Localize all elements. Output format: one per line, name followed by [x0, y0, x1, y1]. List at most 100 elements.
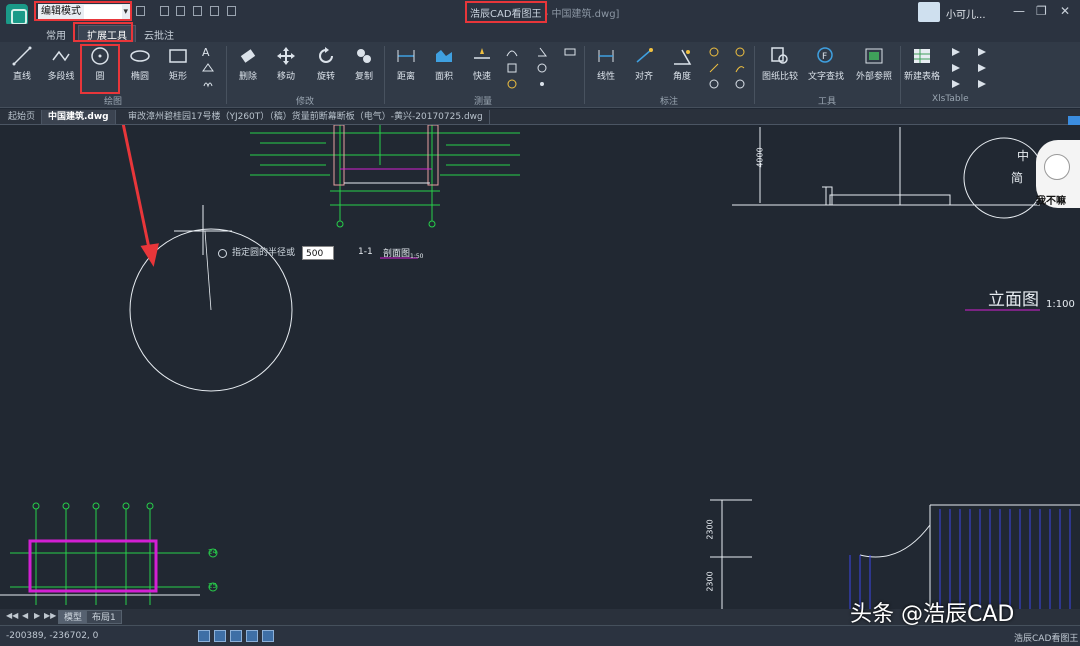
tab-model[interactable]: 模型 [58, 610, 89, 624]
fullscreen-icon[interactable] [262, 630, 274, 642]
xref-icon [865, 48, 883, 64]
ordinate-icon[interactable] [734, 62, 746, 74]
facade-drawing [710, 499, 1080, 609]
last-tab-icon[interactable]: ▶▶ [44, 611, 56, 620]
zoom-extents-icon[interactable] [246, 630, 258, 642]
rotate-tool-label: 旋转 [316, 72, 335, 82]
center-mark-icon[interactable] [734, 78, 746, 90]
arc-length-icon[interactable] [506, 46, 518, 58]
erase-tool-button[interactable]: 删除 [234, 46, 262, 82]
table-export-icon[interactable] [950, 46, 962, 58]
rectangle-tool-label: 矩形 [168, 72, 187, 82]
new-table-button[interactable]: 新建表格 [902, 46, 942, 82]
command-prompt: 指定圆的半径或 500 [218, 245, 334, 261]
angle-measure-icon[interactable] [536, 46, 548, 58]
copy-tool-button[interactable]: 复制 [350, 46, 378, 82]
text-search-button[interactable]: F 文字查找 [806, 46, 846, 82]
text-search-icon: F [817, 47, 833, 63]
text-icon[interactable]: A [202, 46, 214, 59]
radius-dim-icon[interactable] [708, 46, 720, 58]
undo-icon[interactable] [136, 6, 145, 16]
radius-measure-icon[interactable] [536, 62, 548, 74]
table-setting-icon[interactable] [976, 78, 988, 90]
axis-label-25: 25 [208, 582, 217, 590]
tab-common[interactable]: 常用 [46, 27, 66, 42]
dimension-4000: 4000 [755, 147, 765, 168]
annotation-arrows [121, 125, 159, 267]
tab-other-drawing[interactable]: 审改漳州碧桂园17号楼（YJ260T）（稿）货量前断幕断板（电气）-黄兴-201… [122, 110, 490, 124]
radius-input[interactable]: 500 [302, 246, 334, 260]
distance-tool-button[interactable]: 距离 [392, 46, 420, 82]
linear-dim-button[interactable]: 线性 [592, 46, 620, 82]
close-button[interactable]: ✕ [1060, 4, 1070, 18]
xref-button[interactable]: 外部参照 [852, 46, 896, 82]
polyline-icon [52, 50, 70, 62]
linear-dim-icon [598, 50, 614, 62]
aligned-dim-button[interactable]: 对齐 [630, 46, 658, 82]
folder-icon[interactable] [227, 6, 236, 16]
diameter-dim-icon[interactable] [708, 62, 720, 74]
first-tab-icon[interactable]: ◀◀ [6, 611, 18, 620]
table-link-icon[interactable] [950, 78, 962, 90]
area-tool-button[interactable]: 面积 [430, 46, 458, 82]
line-tool-button[interactable]: 直线 [8, 46, 36, 82]
angle-dim-button[interactable]: 角度 [668, 46, 696, 82]
quick-measure-label: 快速 [472, 72, 491, 82]
sticker-image: 我不嘛 [1036, 140, 1080, 208]
compare-icon [771, 47, 788, 64]
table-measure-icon[interactable] [564, 46, 576, 58]
table-edit-icon[interactable] [976, 46, 988, 58]
mail-icon[interactable] [193, 6, 202, 16]
move-tool-button[interactable]: 移动 [272, 46, 300, 82]
tab-start-page[interactable]: 起始页 [2, 110, 43, 124]
section-number: 1-1 [358, 247, 373, 257]
rotate-tool-button[interactable]: 旋转 [312, 46, 340, 82]
polyline-tool-button[interactable]: 多段线 [44, 46, 78, 82]
tab-active-drawing[interactable]: 中国建筑.dwg [42, 110, 116, 124]
status-brand: 浩辰CAD看图王 [1014, 634, 1079, 644]
document-tabs: 起始页 中国建筑.dwg 审改漳州碧桂园17号楼（YJ260T）（稿）货量前断幕… [0, 109, 1080, 125]
prompt-text: 指定圆的半径或 [232, 248, 296, 258]
drawing-svg [0, 125, 1080, 609]
prev-tab-icon[interactable]: ◀ [22, 611, 28, 620]
pan-icon[interactable] [230, 630, 242, 642]
table-import-icon[interactable] [950, 62, 962, 74]
save-icon[interactable] [176, 6, 185, 16]
ellipse-tool-button[interactable]: 椭圆 [124, 46, 156, 82]
user-avatar[interactable] [918, 2, 940, 22]
quick-measure-button[interactable]: 快速 [468, 46, 496, 82]
table-icon [914, 49, 930, 63]
ribbon-toolbar: 直线 多段线 圆 椭圆 矩形 A 绘图 删除 移动 旋转 复制 修改 距离 面积… [0, 42, 1080, 108]
group-label-draw: 绘图 [104, 97, 123, 107]
polyline-tool-label: 多段线 [47, 72, 75, 82]
group-label-modify: 修改 [296, 97, 315, 107]
print-icon[interactable] [210, 6, 219, 16]
tab-layout1[interactable]: 布局1 [86, 610, 122, 624]
arc-dim-icon[interactable] [708, 78, 720, 90]
move-tool-label: 移动 [276, 72, 295, 82]
revcloud-icon[interactable] [202, 78, 214, 90]
redo-icon[interactable] [160, 6, 169, 16]
user-name[interactable]: 小可儿... [946, 6, 986, 21]
leader-icon[interactable] [734, 46, 746, 58]
circle-prompt-icon [218, 249, 227, 258]
section-scale: 1:50 [410, 253, 424, 260]
point-measure-icon[interactable] [536, 78, 548, 90]
copy-icon [357, 49, 371, 63]
restore-button[interactable]: ❐ [1036, 4, 1047, 18]
coordinate-icon[interactable] [506, 62, 518, 74]
drawing-canvas[interactable]: 1-1 剖面图 1:50 立面图 1:100 4000 2300 2300 中 … [0, 125, 1080, 609]
perimeter-icon[interactable] [506, 78, 518, 90]
cloud-icon[interactable] [202, 62, 214, 74]
compare-drawings-button[interactable]: 图纸比较 [760, 46, 800, 82]
next-tab-icon[interactable]: ▶ [34, 611, 40, 620]
zoom-icon[interactable] [198, 630, 210, 642]
zoom-window-icon[interactable] [214, 630, 226, 642]
table-update-icon[interactable] [976, 62, 988, 74]
minimize-button[interactable]: — [1013, 4, 1025, 18]
drawing-char-zhong: 中 [1017, 149, 1030, 163]
move-icon [277, 47, 295, 65]
tab-cloud-annotation[interactable]: 云批注 [144, 27, 174, 42]
xref-label: 外部参照 [855, 72, 892, 82]
rectangle-tool-button[interactable]: 矩形 [164, 46, 192, 82]
